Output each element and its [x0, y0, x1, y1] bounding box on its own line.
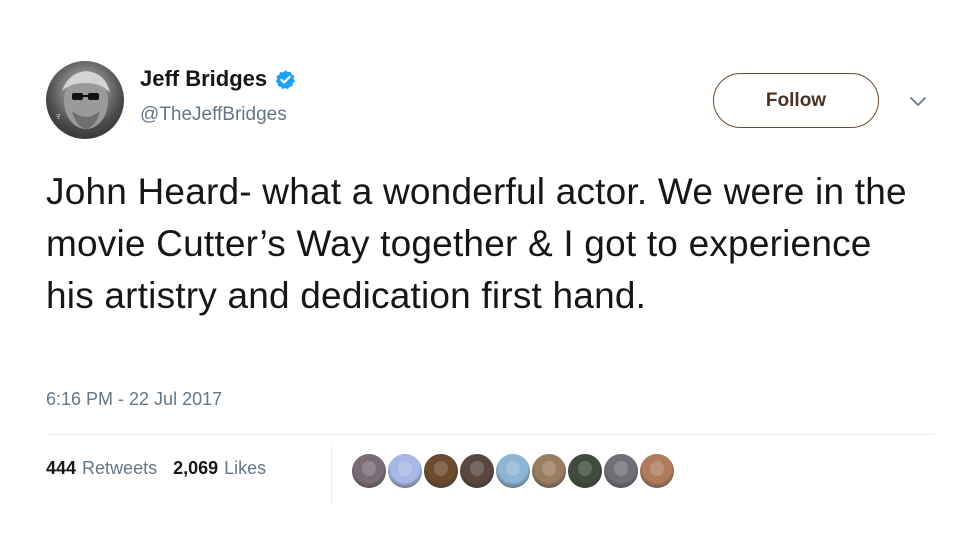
profile-photo-icon: ꟻ — [56, 71, 110, 129]
liker-avatar-6[interactable] — [530, 452, 568, 490]
divider — [46, 434, 934, 435]
tweet-timestamp[interactable]: 6:16 PM - 22 Jul 2017 — [46, 389, 222, 410]
verified-badge-icon — [275, 69, 296, 89]
liker-avatar-9[interactable] — [638, 452, 676, 490]
retweets-count: 444 — [46, 458, 77, 478]
svg-text:ꟻ: ꟻ — [56, 114, 61, 121]
liker-avatar-7[interactable] — [566, 452, 604, 490]
author-name[interactable]: Jeff Bridges — [140, 66, 296, 92]
more-options-button[interactable] — [906, 92, 930, 112]
avatar[interactable]: ꟻ — [46, 61, 124, 139]
liker-avatar-5[interactable] — [494, 452, 532, 490]
stats-divider — [331, 446, 332, 502]
follow-button[interactable]: Follow — [713, 73, 879, 128]
liker-avatar-1[interactable] — [350, 452, 388, 490]
liker-avatar-8[interactable] — [602, 452, 640, 490]
likers-avatars — [350, 452, 676, 490]
liker-avatar-2[interactable] — [386, 452, 424, 490]
tweet-stats: 444 Retweets 2,069 Likes — [46, 458, 266, 479]
likes-stat[interactable]: 2,069 Likes — [173, 458, 266, 479]
liker-avatar-4[interactable] — [458, 452, 496, 490]
author-handle[interactable]: @TheJeffBridges — [140, 104, 287, 126]
chevron-down-icon — [910, 97, 926, 106]
display-name-text[interactable]: Jeff Bridges — [140, 66, 267, 92]
retweets-label: Retweets — [82, 458, 158, 478]
likes-label: Likes — [224, 458, 267, 478]
tweet-text: John Heard- what a wonderful actor. We w… — [46, 171, 907, 316]
retweets-stat[interactable]: 444 Retweets — [46, 458, 157, 479]
likes-count: 2,069 — [173, 458, 219, 478]
liker-avatar-3[interactable] — [422, 452, 460, 490]
